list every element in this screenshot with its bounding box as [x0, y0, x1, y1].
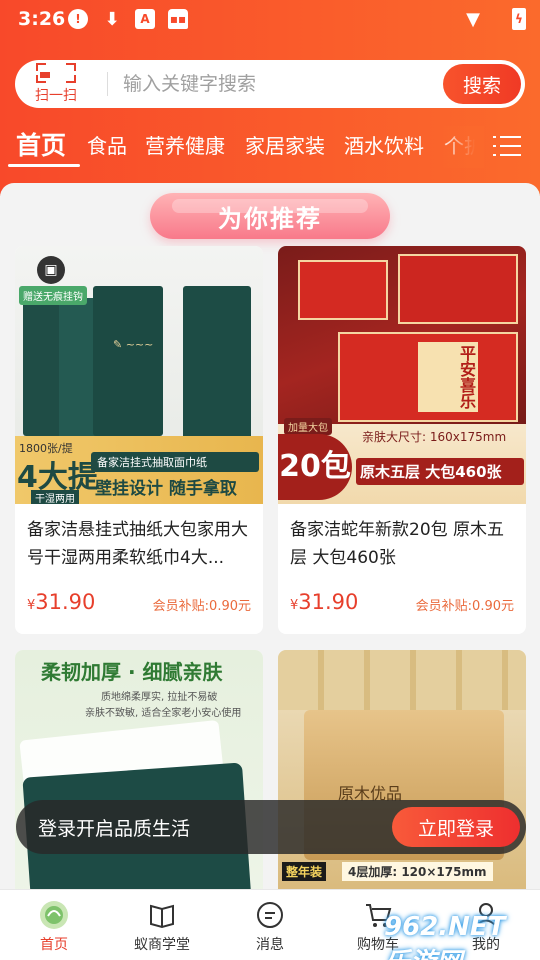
battery-icon: ϟ [512, 8, 526, 30]
active-tab-underline [8, 164, 80, 167]
robot-icon: ▪▪ [168, 9, 188, 29]
category-menu-icon[interactable] [493, 135, 521, 157]
nav-label: 蚁商学堂 [134, 937, 190, 953]
a-icon: A [135, 9, 155, 29]
image-brand: 备家洁挂式抽取面巾纸 [91, 452, 259, 472]
product-card[interactable]: ✎ ~~~ ▣ 赠送无痕挂钩 1800张/提 4大提 干湿两用 备家洁挂式抽取面… [15, 246, 263, 634]
search-divider [107, 72, 108, 96]
tab-home-decor[interactable]: 家居家装 [245, 130, 325, 159]
home-logo-icon [39, 900, 69, 930]
image-slogan: 原木五层 大包460张 [356, 458, 524, 485]
image-big-text: 20包 [278, 434, 352, 500]
category-tabs: 首页 食品 营养健康 家居家装 酒水饮料 个护 [0, 126, 540, 172]
search-input[interactable] [123, 71, 443, 97]
watermark-logo: 962.NET 乐游网 [384, 912, 506, 960]
alert-icon: ! [68, 9, 88, 29]
image-top-text: 加量大包 [284, 418, 332, 435]
product-title: 备家洁悬挂式抽纸大包家用大号干湿两用柔软纸巾4大... [27, 520, 248, 568]
product-price: ¥31.90 [290, 590, 358, 614]
product-price: ¥31.90 [27, 590, 95, 614]
download-icon: ⬇ [104, 8, 120, 30]
nav-home[interactable]: 首页 [0, 890, 108, 960]
status-time: 3:26 [18, 8, 66, 30]
nav-school[interactable]: 蚁商学堂 [108, 890, 216, 960]
nav-messages[interactable]: 消息 [216, 890, 324, 960]
member-subsidy: 会员补贴:0.90元 [152, 599, 251, 614]
product-image: 平安喜乐 加量大包 20包 亲肤大尺寸: 160x175mm 原木五层 大包46… [278, 246, 526, 504]
image-headline: 柔韧加厚 · 细腻亲肤 [41, 660, 223, 684]
tab-drinks[interactable]: 酒水饮料 [344, 130, 424, 159]
hook-icon: ▣ [37, 256, 65, 284]
scan-button[interactable]: 扫一扫 [29, 63, 83, 105]
product-image: ✎ ~~~ ▣ 赠送无痕挂钩 1800张/提 4大提 干湿两用 备家洁挂式抽取面… [15, 246, 263, 504]
image-sub-text: 干湿两用 [31, 490, 79, 504]
tab-health[interactable]: 营养健康 [145, 130, 225, 159]
image-size-text: 4层加厚: 120×175mm [342, 862, 493, 881]
image-line2: 亲肤不致敏, 适合全家老小安心使用 [85, 708, 242, 719]
price-value: 31.90 [298, 590, 359, 614]
login-button[interactable]: 立即登录 [392, 807, 520, 847]
product-title: 备家洁蛇年新款20包 原木五层 大包460张 [290, 520, 505, 568]
message-icon [255, 900, 285, 930]
image-tag: 整年装 [282, 862, 327, 881]
wifi-icon: ▼ [466, 8, 480, 30]
login-prompt: 登录开启品质生活 立即登录 [16, 800, 526, 854]
search-button[interactable]: 搜索 [443, 64, 521, 104]
status-bar: 3:26 ! ⬇ A ▪▪ ▼ ϟ [0, 0, 540, 40]
price-value: 31.90 [35, 590, 96, 614]
image-badge: 赠送无痕挂钩 [19, 286, 87, 305]
member-subsidy: 会员补贴:0.90元 [415, 599, 514, 614]
content-area: 为你推荐 ✎ ~~~ ▣ 赠送无痕挂钩 1800张/提 4大提 干湿两用 备家洁… [0, 183, 540, 889]
image-box-text: 平安喜乐 [418, 342, 478, 412]
tabs-fade [440, 126, 484, 168]
product-card[interactable]: 平安喜乐 加量大包 20包 亲肤大尺寸: 160x175mm 原木五层 大包46… [278, 246, 526, 634]
image-line1: 质地绵柔厚实, 拉扯不易破 [101, 692, 218, 703]
book-icon [147, 900, 177, 930]
nav-label: 首页 [40, 937, 68, 953]
search-bar: 扫一扫 搜索 [15, 60, 525, 108]
scan-icon [36, 63, 76, 83]
scan-label: 扫一扫 [35, 88, 77, 104]
nav-label: 消息 [256, 937, 284, 953]
image-slogan: 壁挂设计 随手拿取 [95, 479, 237, 499]
image-size-text: 亲肤大尺寸: 160x175mm [362, 430, 507, 444]
tab-food[interactable]: 食品 [87, 130, 127, 159]
recommend-title: 为你推荐 [150, 193, 390, 239]
tab-home[interactable]: 首页 [16, 126, 66, 162]
login-prompt-text: 登录开启品质生活 [38, 818, 191, 840]
